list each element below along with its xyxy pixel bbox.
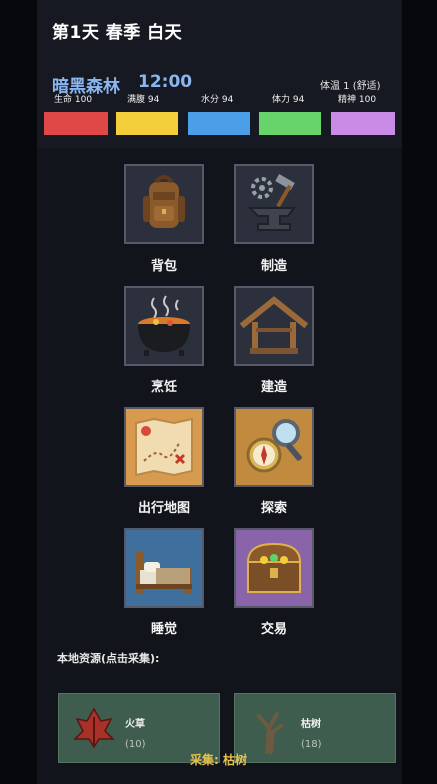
sleep-label: 睡觉 bbox=[150, 622, 177, 637]
trade-button[interactable] bbox=[234, 528, 314, 608]
backpack-button[interactable] bbox=[124, 164, 204, 244]
stamina-bar bbox=[259, 112, 321, 135]
local-resources-title: 本地资源(点击采集): bbox=[57, 652, 160, 665]
explore-button[interactable] bbox=[234, 407, 314, 487]
bed-icon bbox=[136, 552, 192, 594]
craft-label: 制造 bbox=[260, 259, 287, 274]
treasure-chest-icon bbox=[246, 542, 302, 593]
stat-label-health: 生命 100 bbox=[54, 95, 93, 105]
time-label: 12:00 bbox=[138, 72, 193, 92]
craft-button[interactable] bbox=[234, 164, 314, 244]
health-bar bbox=[44, 112, 108, 135]
treasure-map-icon bbox=[135, 417, 193, 477]
stat-label-hunger: 满腹 94 bbox=[127, 95, 160, 105]
cooking-pot-icon bbox=[138, 295, 190, 356]
day-season-label: 第1天 春季 白天 bbox=[52, 23, 183, 43]
travel-map-button[interactable] bbox=[124, 407, 204, 487]
resource-name: 枯树 bbox=[301, 719, 321, 730]
cook-label: 烹饪 bbox=[150, 380, 177, 395]
hunger-bar bbox=[116, 112, 178, 135]
gather-status: 采集: 枯树 bbox=[190, 753, 247, 767]
resource-count: (10) bbox=[125, 739, 146, 750]
resource-count: (18) bbox=[301, 739, 322, 750]
stat-label-stamina: 体力 94 bbox=[272, 95, 305, 105]
temperature-label: 体温 1 (舒适) bbox=[320, 81, 381, 92]
compass-magnifier-icon bbox=[246, 419, 302, 473]
stat-label-sanity: 精神 100 bbox=[338, 95, 377, 105]
anvil-hammer-icon bbox=[247, 174, 296, 231]
sleep-button[interactable] bbox=[124, 528, 204, 608]
fire-grass-icon bbox=[73, 707, 115, 749]
house-frame-icon bbox=[239, 296, 309, 354]
backpack-label: 背包 bbox=[150, 259, 177, 274]
build-button[interactable] bbox=[234, 286, 314, 366]
stat-label-water: 水分 94 bbox=[201, 95, 234, 105]
left-margin bbox=[0, 0, 37, 784]
dead-tree-icon bbox=[257, 712, 283, 754]
water-bar bbox=[188, 112, 250, 135]
cook-button[interactable] bbox=[124, 286, 204, 366]
explore-label: 探索 bbox=[260, 501, 287, 516]
resource-name: 火草 bbox=[125, 719, 145, 730]
sanity-bar bbox=[331, 112, 395, 135]
travel-map-label: 出行地图 bbox=[137, 501, 190, 516]
trade-label: 交易 bbox=[260, 622, 287, 637]
build-label: 建造 bbox=[260, 380, 287, 395]
right-margin bbox=[402, 0, 437, 784]
backpack-icon bbox=[143, 175, 185, 228]
